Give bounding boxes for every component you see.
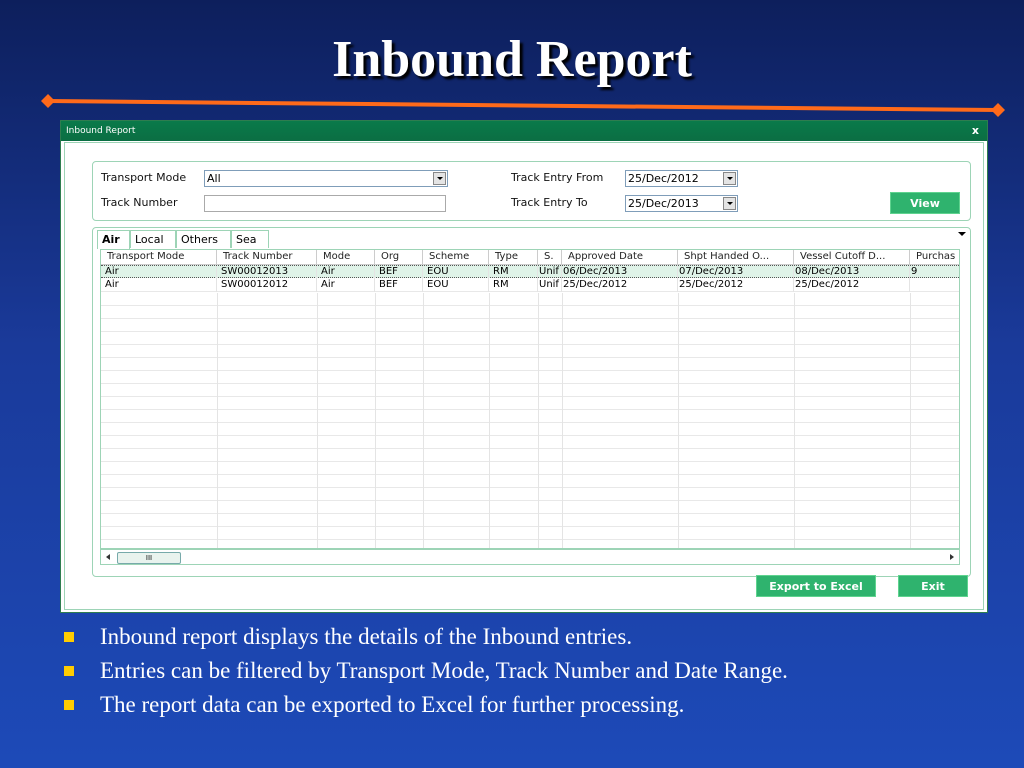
bullet-item: Entries can be filtered by Transport Mod…	[62, 656, 1002, 690]
bullet-list: Inbound report displays the details of t…	[62, 622, 1002, 724]
table-row[interactable]: Air SW00012012 Air BEF EOU RM Unif 25/De…	[101, 279, 959, 292]
track-entry-to-label: Track Entry To	[511, 196, 588, 209]
table-cell: BEF	[375, 266, 423, 279]
view-button[interactable]: View	[890, 192, 960, 214]
table-cell: 06/Dec/2013	[562, 266, 678, 279]
chevron-down-icon[interactable]	[723, 197, 736, 210]
table-cell: BEF	[375, 279, 423, 292]
table-cell: Air	[101, 279, 217, 292]
chevron-down-icon[interactable]	[433, 172, 446, 185]
track-number-input[interactable]	[204, 195, 446, 212]
slide-title: Inbound Report	[332, 31, 692, 88]
tab-local[interactable]: Local	[130, 230, 176, 248]
table-cell: RM	[489, 279, 538, 292]
bullet-item: Inbound report displays the details of t…	[62, 622, 1002, 656]
column-header[interactable]: Track Number	[217, 250, 317, 264]
track-number-label: Track Number	[101, 196, 178, 209]
table-cell: 9	[910, 266, 959, 279]
bullet-square-icon	[64, 666, 74, 676]
tab-sea[interactable]: Sea	[231, 230, 269, 248]
table-cell: 25/Dec/2012	[562, 279, 678, 292]
tab-overflow-icon[interactable]	[958, 232, 966, 236]
track-entry-from-label: Track Entry From	[511, 171, 604, 184]
horizontal-scrollbar[interactable]: III	[100, 549, 960, 565]
exit-button[interactable]: Exit	[898, 575, 968, 597]
column-header[interactable]: Vessel Cutoff D...	[794, 250, 910, 264]
column-header[interactable]: Org	[375, 250, 423, 264]
inbound-report-window: Inbound Report x Transport Mode All Trac…	[60, 120, 988, 613]
table-header: Transport Mode Track Number Mode Org Sch…	[101, 250, 959, 265]
window-body: Transport Mode All Track Number Track En…	[64, 142, 984, 610]
table-cell: Air	[317, 266, 375, 279]
bullet-square-icon	[64, 700, 74, 710]
track-entry-to-value: 25/Dec/2013	[628, 197, 699, 210]
table-cell: 25/Dec/2012	[794, 279, 910, 292]
column-header[interactable]: Purchas	[910, 250, 959, 264]
scroll-thumb[interactable]: III	[117, 552, 181, 564]
bullet-text: The report data can be exported to Excel…	[100, 692, 685, 717]
table-cell: 07/Dec/2013	[678, 266, 794, 279]
column-header[interactable]: Scheme	[423, 250, 489, 264]
table-row[interactable]: Air SW00012013 Air BEF EOU RM Unif 06/De…	[101, 265, 959, 279]
table-cell: 08/Dec/2013	[794, 266, 910, 279]
column-header[interactable]: Type	[489, 250, 538, 264]
window-title: Inbound Report	[66, 126, 136, 136]
table-cell: Air	[101, 266, 217, 279]
column-header[interactable]: Mode	[317, 250, 375, 264]
table-cell: EOU	[423, 266, 489, 279]
table-cell: EOU	[423, 279, 489, 292]
track-entry-to-date[interactable]: 25/Dec/2013	[625, 195, 738, 212]
column-header[interactable]: Shpt Handed O...	[678, 250, 794, 264]
bullet-text: Entries can be filtered by Transport Mod…	[100, 658, 788, 683]
tab-others[interactable]: Others	[176, 230, 231, 248]
table-cell: Air	[317, 279, 375, 292]
filter-panel: Transport Mode All Track Number Track En…	[92, 161, 971, 221]
column-header[interactable]: Approved Date	[562, 250, 678, 264]
table-cell: Unif	[538, 279, 562, 292]
window-titlebar[interactable]: Inbound Report x	[61, 121, 987, 141]
scroll-right-icon[interactable]	[950, 554, 954, 560]
scroll-left-icon[interactable]	[106, 554, 110, 560]
track-entry-from-date[interactable]: 25/Dec/2012	[625, 170, 738, 187]
transport-mode-label: Transport Mode	[101, 171, 187, 184]
table-cell: SW00012012	[217, 279, 317, 292]
tab-air[interactable]: Air	[97, 230, 130, 249]
results-panel: Air Local Others Sea Transport Mode Trac…	[92, 227, 971, 577]
bullet-square-icon	[64, 632, 74, 642]
table-cell: 25/Dec/2012	[678, 279, 794, 292]
transport-mode-select[interactable]: All	[204, 170, 448, 187]
column-gridlines	[217, 293, 911, 548]
table-cell: RM	[489, 266, 538, 279]
transport-mode-value: All	[207, 172, 221, 185]
table-cell	[910, 279, 959, 292]
export-to-excel-button[interactable]: Export to Excel	[756, 575, 876, 597]
chevron-down-icon[interactable]	[723, 172, 736, 185]
results-table: Transport Mode Track Number Mode Org Sch…	[100, 249, 960, 549]
table-cell: SW00012013	[217, 266, 317, 279]
column-header[interactable]: S.	[538, 250, 562, 264]
bullet-item: The report data can be exported to Excel…	[62, 690, 1002, 724]
close-icon[interactable]: x	[972, 121, 979, 141]
table-cell: Unif	[538, 266, 562, 279]
column-header[interactable]: Transport Mode	[101, 250, 217, 264]
bullet-text: Inbound report displays the details of t…	[100, 624, 633, 649]
track-entry-from-value: 25/Dec/2012	[628, 172, 699, 185]
